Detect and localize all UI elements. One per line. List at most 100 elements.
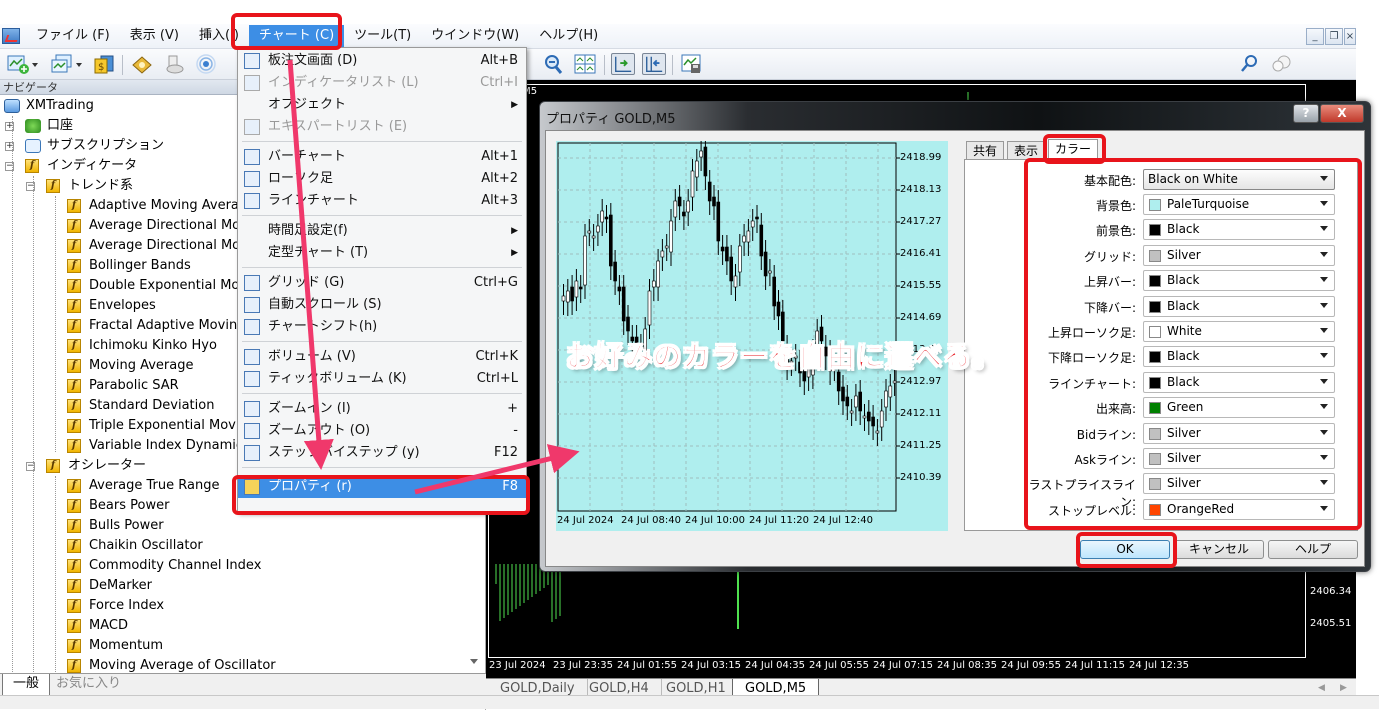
- zoom-out-icon[interactable]: [542, 53, 566, 75]
- indicator-function-icon: f: [67, 399, 81, 413]
- tree-item-indicator[interactable]: f Force Index: [0, 596, 486, 616]
- preview-candle: [656, 260, 660, 288]
- close-window-button[interactable]: ×: [1344, 28, 1356, 45]
- menu-item-label: 時間足設定(f): [268, 223, 348, 238]
- preview-candle: [604, 216, 609, 220]
- tree-item-label: Envelopes: [89, 298, 156, 313]
- chart-menu-item[interactable]: ティックボリューム (K) Ctrl+L: [238, 368, 526, 390]
- chart-shift-icon[interactable]: [642, 53, 666, 75]
- chevron-down-icon[interactable]: [32, 63, 38, 67]
- preview-candle: [669, 220, 673, 253]
- menu-item-label: インディケータリスト (L): [268, 75, 419, 90]
- menu-file[interactable]: ファイル (F): [26, 25, 120, 47]
- chart-menu-item[interactable]: エキスパートリスト (E): [238, 116, 526, 138]
- tree-item-label: 口座: [47, 118, 74, 133]
- signals-icon[interactable]: [162, 53, 186, 75]
- chart-menu-item[interactable]: 時間足設定(f) ▶: [238, 220, 526, 242]
- chart-menu-item[interactable]: ローソク足 Alt+2: [238, 168, 526, 190]
- preview-candle: [875, 430, 880, 434]
- search-icon[interactable]: [1238, 53, 1262, 75]
- minimize-button[interactable]: _: [1306, 28, 1324, 45]
- tree-item-indicator[interactable]: f Chaikin Oscillator: [0, 536, 486, 556]
- preview-candle: [561, 295, 566, 302]
- preview-candle: [587, 230, 592, 234]
- tree-item-label: DeMarker: [89, 578, 152, 593]
- chart-menu-item[interactable]: バーチャート Alt+1: [238, 146, 526, 168]
- scroll-right-icon[interactable]: ▶: [1340, 683, 1347, 693]
- indicator-function-icon: f: [67, 479, 81, 493]
- scroll-left-icon[interactable]: ◀: [1318, 683, 1325, 693]
- navigator-tab-general[interactable]: 一般: [2, 674, 51, 696]
- chart-menu-item[interactable]: インディケータリスト (L) Ctrl+I: [238, 72, 526, 94]
- bar-chart-icon: [244, 149, 260, 165]
- auto-scroll-icon[interactable]: [611, 53, 635, 75]
- dialog-close-button[interactable]: X: [1320, 104, 1364, 123]
- navigator-tab-favorites[interactable]: お気に入り: [46, 674, 131, 696]
- tree-item-indicator[interactable]: f Commodity Channel Index: [0, 556, 486, 576]
- tile-windows-icon[interactable]: [573, 53, 597, 75]
- line-chart-icon: [244, 193, 260, 209]
- menu-item-label: ズームアウト (O): [268, 423, 371, 438]
- history-center-icon[interactable]: [130, 53, 154, 75]
- chat-icon[interactable]: [1270, 53, 1294, 75]
- preview-candle: [892, 380, 897, 384]
- preview-candle: [673, 200, 678, 218]
- tab-common[interactable]: 共有: [966, 141, 1005, 160]
- menu-item-shortcut: -: [513, 423, 518, 438]
- restore-button[interactable]: ❐: [1325, 28, 1343, 45]
- indicator-function-icon: f: [67, 599, 81, 613]
- menu-view[interactable]: 表示 (V): [120, 25, 189, 47]
- chart-menu-item[interactable]: ラインチャート Alt+3: [238, 190, 526, 212]
- tree-item-indicator[interactable]: f MACD: [0, 616, 486, 636]
- chart-menu-item[interactable]: ズームイン (I) +: [238, 398, 526, 420]
- indicator-function-icon: f: [67, 239, 81, 253]
- market-watch-icon[interactable]: $: [92, 53, 116, 75]
- preview-candle: [772, 276, 776, 307]
- menu-tools[interactable]: ツール(T): [344, 25, 421, 47]
- chart-menu-item[interactable]: 板注文画面 (D) Alt+B: [238, 50, 526, 72]
- chart-time-tick: 24 Jul 05:55: [809, 660, 869, 671]
- chart-time-tick: 23 Jul 2024: [489, 660, 546, 671]
- step-icon: [244, 445, 260, 461]
- chart-time-tick: 24 Jul 08:35: [937, 660, 997, 671]
- auto-scroll-icon: [244, 297, 260, 313]
- broadcast-icon[interactable]: [194, 53, 218, 75]
- indicator-function-icon: f: [67, 219, 81, 233]
- menu-item-label: 自動スクロール (S): [268, 297, 382, 312]
- indicator-function-icon: f: [67, 559, 81, 573]
- tree-item-indicator[interactable]: f Momentum: [0, 636, 486, 656]
- chart-menu-item[interactable]: 自動スクロール (S): [238, 294, 526, 316]
- preview-candle: [750, 220, 755, 228]
- menu-window[interactable]: ウインドウ(W): [421, 25, 529, 47]
- help-button[interactable]: ヘルプ: [1268, 540, 1358, 559]
- preview-candle: [720, 246, 725, 252]
- chart-menu-item[interactable]: ステップバイステップ (y) F12: [238, 442, 526, 464]
- menu-help[interactable]: ヘルプ(H): [529, 25, 608, 47]
- profiles-icon[interactable]: [50, 53, 74, 75]
- chart-menu-item[interactable]: ズームアウト (O) -: [238, 420, 526, 442]
- new-chart-icon[interactable]: [6, 53, 30, 75]
- save-template-icon[interactable]: [680, 53, 704, 75]
- chart-menu-item[interactable]: 定型チャート (T) ▶: [238, 242, 526, 264]
- chart-menu-item[interactable]: オブジェクト ▶: [238, 94, 526, 116]
- chevron-down-icon[interactable]: [76, 63, 82, 67]
- chart-menu-item[interactable]: グリッド (G) Ctrl+G: [238, 272, 526, 294]
- menu-item-shortcut: Alt+B: [480, 53, 518, 68]
- tree-item-indicator[interactable]: f Bulls Power: [0, 516, 486, 536]
- chart-menu-item[interactable]: ボリューム (V) Ctrl+K: [238, 346, 526, 368]
- top-strip: [0, 0, 1379, 24]
- cancel-button[interactable]: キャンセル: [1174, 540, 1264, 559]
- chart-time-tick: 24 Jul 07:15: [873, 660, 933, 671]
- scroll-down-icon[interactable]: [470, 659, 478, 664]
- menu-separator: [242, 141, 522, 142]
- preview-candle: [690, 170, 695, 198]
- preview-candle: [574, 280, 579, 298]
- chart-menu-item[interactable]: チャートシフト(h): [238, 316, 526, 338]
- tree-item-label: MACD: [89, 618, 128, 633]
- tree-item-indicator[interactable]: f DeMarker: [0, 576, 486, 596]
- preview-candle: [600, 210, 605, 223]
- indicator-function-icon: f: [67, 199, 81, 213]
- menu-separator: [242, 341, 522, 342]
- dialog-help-button[interactable]: ?: [1293, 104, 1319, 123]
- menu-item-shortcut: +: [507, 401, 518, 416]
